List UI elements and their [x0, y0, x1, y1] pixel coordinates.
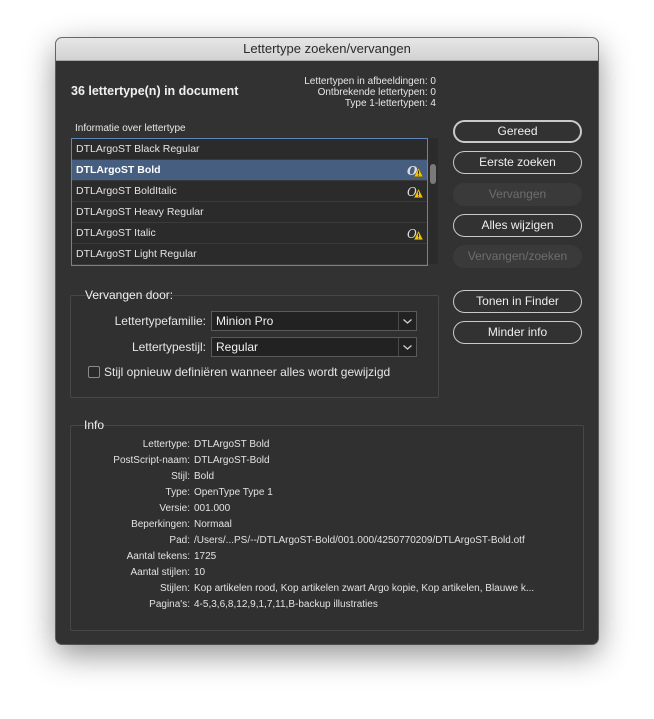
- replace-with-title: Vervangen door:: [85, 288, 174, 302]
- font-item-label: DTLArgoST Heavy Regular: [76, 206, 204, 218]
- font-item-label: DTLArgoST Bold: [76, 164, 161, 176]
- scrollbar-thumb[interactable]: [430, 164, 436, 184]
- font-list-item-selected[interactable]: DTLArgoST Bold O: [72, 160, 427, 181]
- info-value: 10: [194, 567, 206, 578]
- find-replace-font-dialog: Lettertype zoeken/vervangen 36 lettertyp…: [56, 38, 598, 644]
- change-all-button[interactable]: Alles wijzigen: [453, 214, 582, 237]
- info-value: Normaal: [194, 519, 232, 530]
- font-list-item[interactable]: DTLArgoST Heavy Regular: [72, 202, 427, 223]
- info-key: Pad:: [169, 535, 190, 546]
- info-value: 4-5,3,6,8,12,9,1,7,11,B-backup illustrat…: [194, 599, 378, 610]
- font-item-label: DTLArgoST Black Regular: [76, 143, 200, 155]
- info-row-glyphs: Aantal tekens: 1725: [70, 550, 582, 564]
- show-in-finder-button[interactable]: Tonen in Finder: [453, 290, 582, 313]
- font-list-item[interactable]: DTLArgoST Light Regular: [72, 244, 427, 265]
- info-row-type: Type: OpenType Type 1: [70, 486, 582, 500]
- font-list-item[interactable]: DTLArgoST BoldItalic O: [72, 181, 427, 202]
- font-list-label: Informatie over lettertype: [75, 123, 186, 134]
- opentype-warning-icon: O: [407, 227, 423, 240]
- info-key: Aantal tekens:: [126, 551, 190, 562]
- info-value: DTLArgoST Bold: [194, 439, 270, 450]
- opentype-warning-icon: O: [407, 185, 423, 198]
- less-info-button[interactable]: Minder info: [453, 321, 582, 344]
- info-value: /Users/...PS/--/DTLArgoST-Bold/001.000/4…: [194, 535, 525, 546]
- info-value: 001.000: [194, 503, 231, 514]
- stat-type1-fonts: Type 1-lettertypen: 4: [344, 98, 436, 109]
- info-key: Aantal stijlen:: [130, 567, 190, 578]
- redefine-style-checkbox[interactable]: [88, 366, 100, 378]
- chevron-down-icon: [398, 338, 416, 356]
- info-row-style: Stijl: Bold: [70, 470, 582, 484]
- info-row-styles: Stijlen: Kop artikelen rood, Kop artikel…: [70, 582, 582, 596]
- info-row-pages: Pagina's: 4-5,3,6,8,12,9,1,7,11,B-backup…: [70, 598, 582, 612]
- info-row-font: Lettertype: DTLArgoST Bold: [70, 438, 582, 452]
- opentype-warning-icon: O: [407, 164, 423, 177]
- info-key: Beperkingen:: [131, 519, 190, 530]
- info-key: Stijl:: [171, 471, 190, 482]
- font-style-value: Regular: [216, 340, 259, 354]
- font-family-select[interactable]: Minion Pro: [211, 311, 417, 331]
- font-item-label: DTLArgoST Italic: [76, 227, 156, 239]
- info-row-postscript: PostScript-naam: DTLArgoST-Bold: [70, 454, 582, 468]
- font-list-scrollbar[interactable]: [428, 138, 438, 264]
- font-item-label: DTLArgoST Light Regular: [76, 248, 197, 260]
- info-value: Kop artikelen rood, Kop artikelen zwart …: [194, 583, 535, 594]
- font-item-label: DTLArgoST BoldItalic: [76, 185, 177, 197]
- info-row-restrictions: Beperkingen: Normaal: [70, 518, 582, 532]
- info-key: Type:: [165, 487, 190, 498]
- info-title: Info: [84, 418, 105, 432]
- info-value: Bold: [194, 471, 215, 482]
- stat-graphics-fonts: Lettertypen in afbeeldingen: 0: [304, 76, 436, 87]
- info-key: Stijlen:: [159, 583, 190, 594]
- info-value: DTLArgoST-Bold: [194, 455, 270, 466]
- font-style-select[interactable]: Regular: [211, 337, 417, 357]
- info-row-path: Pad: /Users/...PS/--/DTLArgoST-Bold/001.…: [70, 534, 582, 548]
- info-value: 1725: [194, 551, 217, 562]
- info-key: Versie:: [159, 503, 190, 514]
- info-value: OpenType Type 1: [194, 487, 273, 498]
- font-style-label: Lettertypestijl:: [131, 340, 206, 354]
- window-title: Lettertype zoeken/vervangen: [56, 38, 598, 61]
- info-key: Lettertype:: [142, 439, 190, 450]
- font-list-item[interactable]: DTLArgoST Italic O: [72, 223, 427, 244]
- info-key: PostScript-naam:: [113, 455, 190, 466]
- replace-find-button[interactable]: Vervangen/zoeken: [453, 245, 582, 268]
- done-button[interactable]: Gereed: [453, 120, 582, 143]
- info-key: Pagina's:: [149, 599, 190, 610]
- font-list-item[interactable]: DTLArgoST Black Regular: [72, 139, 427, 160]
- font-family-value: Minion Pro: [216, 314, 274, 328]
- chevron-down-icon: [398, 312, 416, 330]
- info-row-version: Versie: 001.000: [70, 502, 582, 516]
- font-stats: Lettertypen in afbeeldingen: 0 Ontbreken…: [206, 76, 436, 109]
- font-list[interactable]: DTLArgoST Black Regular DTLArgoST Bold O…: [71, 138, 428, 266]
- font-family-label: Lettertypefamilie:: [114, 314, 206, 328]
- replace-button[interactable]: Vervangen: [453, 183, 582, 206]
- redefine-style-label: Stijl opnieuw definiëren wanneer alles w…: [104, 365, 391, 379]
- stat-missing-fonts: Ontbrekende lettertypen: 0: [317, 87, 436, 98]
- info-row-style-count: Aantal stijlen: 10: [70, 566, 582, 580]
- find-first-button[interactable]: Eerste zoeken: [453, 151, 582, 174]
